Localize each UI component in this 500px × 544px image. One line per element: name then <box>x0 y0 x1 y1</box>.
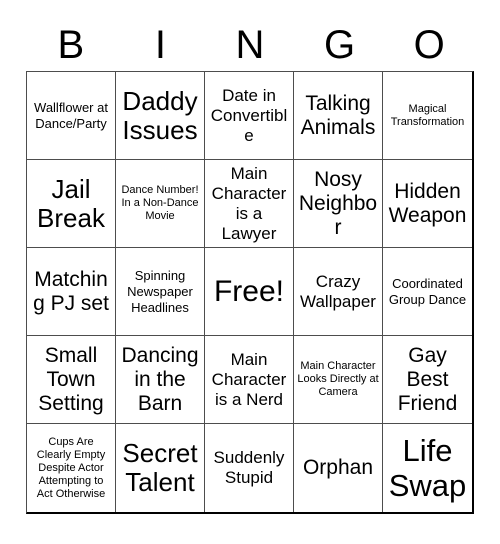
bingo-cell-r4c5[interactable]: Gay Best Friend <box>383 336 472 424</box>
bingo-cell-label: Life Swap <box>388 433 467 503</box>
bingo-cell-label: Jail Break <box>37 173 105 233</box>
bingo-cell-r5c5[interactable]: Life Swap <box>383 424 472 512</box>
header-letter-n: N <box>235 22 265 67</box>
bingo-cell-r2c3[interactable]: Main Character is a Lawyer <box>205 160 294 248</box>
bingo-cell-label: Dancing in the Barn <box>121 343 199 415</box>
bingo-cell-r4c4[interactable]: Main Character Looks Directly at Camera <box>294 336 383 424</box>
bingo-header-row: B I N G O <box>26 18 474 71</box>
bingo-cell-label: Talking Animals <box>300 91 376 139</box>
bingo-cell-label: Gay Best Friend <box>397 343 458 415</box>
bingo-cell-label: Secret Talent <box>122 438 198 497</box>
bingo-cell-label: Magical Transformation <box>390 102 465 128</box>
bingo-cell-label: Suddenly Stupid <box>213 448 285 487</box>
bingo-cell-r3c1[interactable]: Matching PJ set <box>27 248 116 336</box>
bingo-cell-r2c4[interactable]: Nosy Neighbor <box>294 160 383 248</box>
bingo-cell-r3c5[interactable]: Coordinated Group Dance <box>383 248 472 336</box>
bingo-cell-r2c2[interactable]: Dance Number! In a Non-Dance Movie <box>116 160 205 248</box>
bingo-cell-r5c1[interactable]: Cups Are Clearly Empty Despite Actor Att… <box>27 424 116 512</box>
bingo-cell-label: Wallflower at Dance/Party <box>34 99 108 131</box>
header-letter-g: G <box>324 22 356 67</box>
bingo-cell-label: Orphan <box>302 456 374 479</box>
header-letter-b: B <box>57 22 85 67</box>
bingo-cell-label: Small Town Setting <box>38 343 104 415</box>
bingo-cell-label: Hidden Weapon <box>388 179 467 227</box>
bingo-cell-r5c3[interactable]: Suddenly Stupid <box>205 424 294 512</box>
bingo-cell-label: Matching PJ set <box>33 267 109 315</box>
bingo-cell-r3c4[interactable]: Crazy Wallpaper <box>294 248 383 336</box>
bingo-cell-r1c4[interactable]: Talking Animals <box>294 72 383 160</box>
bingo-cell-r3c2[interactable]: Spinning Newspaper Headlines <box>116 248 205 336</box>
bingo-cell-r1c5[interactable]: Magical Transformation <box>383 72 472 160</box>
bingo-cell-label: Cups Are Clearly Empty Despite Actor Att… <box>36 435 106 500</box>
bingo-cell-r4c2[interactable]: Dancing in the Barn <box>116 336 205 424</box>
bingo-cell-label: Main Character is a Lawyer <box>211 163 287 243</box>
bingo-free-space-label: Free! <box>213 274 285 308</box>
bingo-cell-label: Main Character is a Nerd <box>211 349 287 409</box>
bingo-cell-r1c2[interactable]: Daddy Issues <box>116 72 205 160</box>
header-letter-i: I <box>154 22 166 67</box>
bingo-cell-r1c3[interactable]: Date in Convertible <box>205 72 294 160</box>
bingo-cell-r5c4[interactable]: Orphan <box>294 424 383 512</box>
bingo-cell-label: Nosy Neighbor <box>298 167 378 239</box>
bingo-cell-label: Coordinated Group Dance <box>388 275 467 307</box>
bingo-cell-r2c1[interactable]: Jail Break <box>27 160 116 248</box>
bingo-cell-r1c1[interactable]: Wallflower at Dance/Party <box>27 72 116 160</box>
bingo-grid: Wallflower at Dance/Party Daddy Issues D… <box>26 71 474 514</box>
bingo-cell-r2c5[interactable]: Hidden Weapon <box>383 160 472 248</box>
bingo-cell-label: Dance Number! In a Non-Dance Movie <box>121 184 199 222</box>
bingo-cell-label: Date in Convertible <box>210 85 288 145</box>
bingo-cell-label: Spinning Newspaper Headlines <box>127 267 193 315</box>
bingo-cell-label: Daddy Issues <box>122 85 198 145</box>
bingo-card: B I N G O Wallflower at Dance/Party Dadd… <box>0 0 500 544</box>
bingo-cell-r5c2[interactable]: Secret Talent <box>116 424 205 512</box>
bingo-cell-r4c3[interactable]: Main Character is a Nerd <box>205 336 294 424</box>
bingo-cell-label: Crazy Wallpaper <box>300 271 376 311</box>
bingo-cell-r4c1[interactable]: Small Town Setting <box>27 336 116 424</box>
header-letter-o: O <box>413 22 445 67</box>
bingo-cell-free-space[interactable]: Free! <box>205 248 294 336</box>
bingo-cell-label: Main Character Looks Directly at Camera <box>297 360 379 398</box>
